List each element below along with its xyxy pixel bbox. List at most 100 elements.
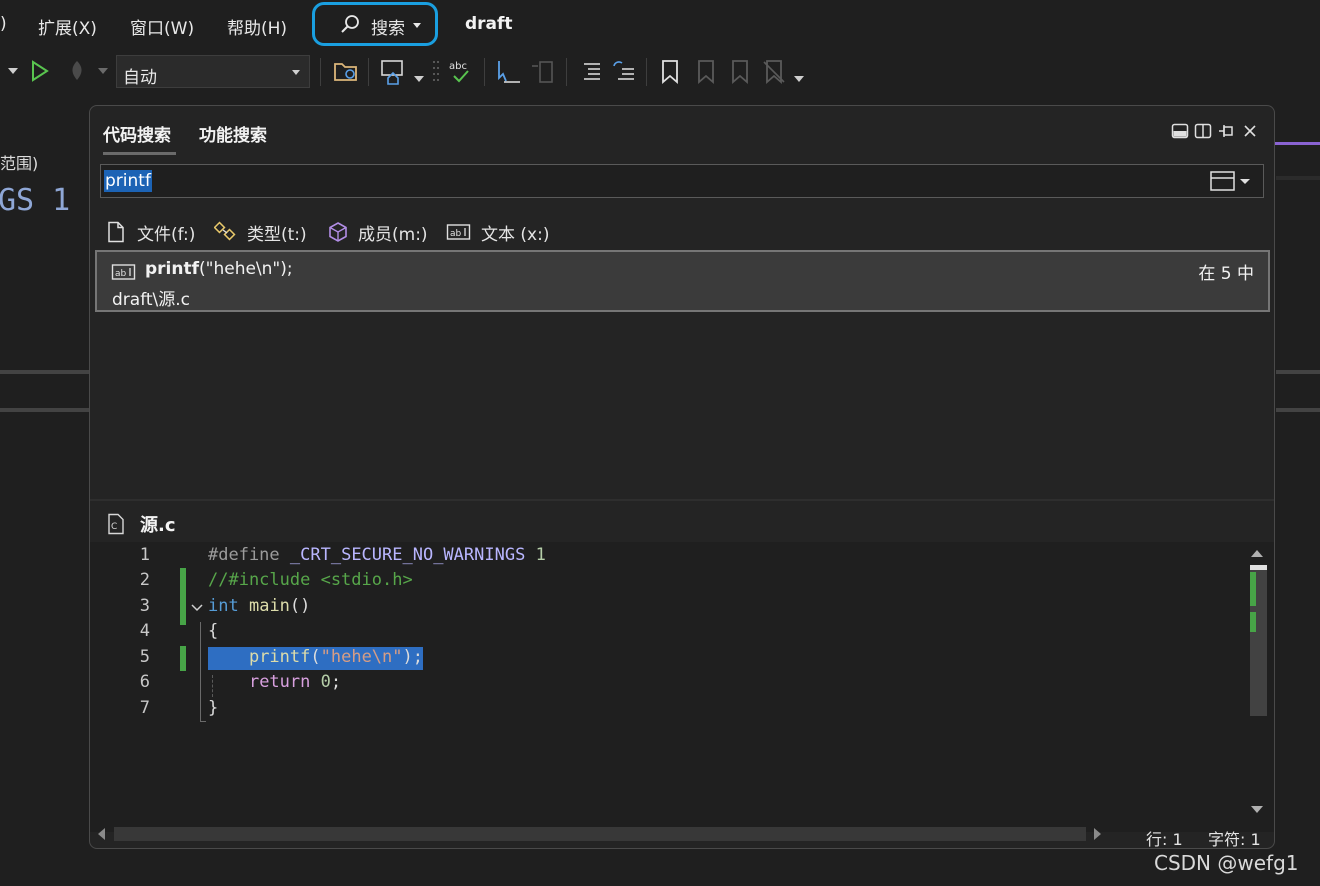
- hot-reload-icon[interactable]: [64, 58, 90, 84]
- text-icon: ab: [111, 264, 136, 280]
- member-icon: [329, 222, 347, 242]
- editor-divider: [1276, 370, 1320, 374]
- editor-divider: [0, 370, 89, 374]
- toolbar-separator: [320, 58, 321, 86]
- svg-text:ab: ab: [450, 229, 462, 239]
- global-search-label: 搜索: [371, 19, 405, 39]
- search-input[interactable]: printf: [100, 164, 1264, 198]
- comment-lines-icon[interactable]: [576, 58, 604, 86]
- result-location: 在 5 中: [1198, 264, 1254, 284]
- scroll-down-icon[interactable]: [1251, 806, 1263, 814]
- filter-files-label: 文件(f:): [137, 225, 196, 245]
- collapse-chevron-icon[interactable]: [190, 602, 204, 614]
- bookmark-icon[interactable]: [658, 58, 682, 86]
- code-line-3: int main(): [208, 596, 311, 616]
- horizontal-scrollbar[interactable]: [90, 824, 1114, 844]
- active-tab-indicator: [103, 152, 176, 155]
- dropdown-arrow-icon[interactable]: [8, 68, 18, 76]
- dropdown-arrow-icon[interactable]: [794, 76, 804, 84]
- editor-divider: [0, 408, 89, 412]
- svg-text:C: C: [111, 522, 117, 532]
- filter-members-label: 成员(m:): [358, 225, 428, 245]
- scope-dropdown-label[interactable]: 范围): [0, 150, 38, 174]
- solution-title: draft: [465, 14, 513, 34]
- scroll-right-icon[interactable]: [1094, 828, 1102, 840]
- text-icon: ab: [446, 224, 471, 240]
- start-debug-icon[interactable]: [30, 60, 50, 82]
- uncomment-lines-icon[interactable]: [610, 58, 638, 86]
- c-file-icon: C: [108, 513, 124, 535]
- format-icon: [532, 61, 553, 83]
- dropdown-arrow-icon[interactable]: [414, 76, 424, 84]
- line-number: 4: [139, 621, 150, 641]
- scroll-left-icon[interactable]: [98, 828, 106, 840]
- line-number: 6: [139, 672, 150, 692]
- solution-explorer-icon[interactable]: [380, 58, 408, 86]
- toolbar-separator: [368, 58, 369, 86]
- result-file-path: draft\源.c: [112, 290, 191, 310]
- editor-code-fragment: GS 1: [0, 183, 71, 218]
- toolbar-separator: [484, 58, 485, 86]
- open-folder-icon[interactable]: [333, 59, 359, 83]
- cursor-line-indicator: 行: 1: [1146, 830, 1183, 849]
- toolbar-separator: [566, 58, 567, 86]
- change-marker: [180, 646, 186, 671]
- config-combo[interactable]: 自动: [116, 55, 310, 88]
- preview-file-name: 源.c: [140, 515, 176, 536]
- filter-text-label: 文本 (x:): [481, 225, 550, 245]
- search-options-icon[interactable]: [1210, 170, 1255, 192]
- vertical-scrollbar[interactable]: [1243, 542, 1269, 824]
- menu-item-extensions[interactable]: 扩展(X): [38, 14, 97, 39]
- tab-feature-search[interactable]: 功能搜索: [199, 121, 267, 146]
- line-number: 1: [139, 545, 150, 565]
- spell-check-icon[interactable]: abc: [446, 58, 474, 86]
- tab-code-search[interactable]: 代码搜索: [103, 121, 171, 146]
- dock-bottom-icon[interactable]: [1171, 122, 1189, 140]
- menu-item-window[interactable]: 窗口(W): [130, 14, 194, 39]
- dock-right-icon[interactable]: [1194, 122, 1212, 140]
- chevron-down-icon: [413, 23, 421, 28]
- code-line-5-highlighted: printf("hehe\n");: [208, 647, 423, 670]
- toolbar-separator: [646, 58, 647, 86]
- scroll-up-icon[interactable]: [1251, 550, 1263, 558]
- change-marker: [1250, 572, 1256, 606]
- pin-icon[interactable]: [1217, 122, 1235, 140]
- preview-divider[interactable]: [90, 499, 1274, 501]
- line-number: 5: [139, 647, 150, 667]
- cursor-char-indicator: 字符: 1: [1208, 830, 1261, 849]
- menu-item-partial[interactable]: ): [0, 14, 7, 34]
- watermark: CSDN @wefg1: [1154, 851, 1299, 875]
- fold-guide: [200, 622, 201, 722]
- menu-bar: ) 扩展(X) 窗口(W) 帮助(H) 搜索 draft: [0, 0, 1320, 50]
- result-rest-text: ("hehe\n");: [199, 259, 293, 279]
- search-icon: [341, 15, 359, 33]
- fold-guide: [200, 721, 206, 722]
- svg-text:ab: ab: [115, 269, 127, 279]
- result-code-line: printf("hehe\n");: [145, 259, 293, 279]
- change-marker: [1250, 612, 1256, 632]
- line-number: 2: [139, 570, 150, 590]
- filter-types-label: 类型(t:): [247, 225, 307, 245]
- result-match-text: printf: [145, 259, 200, 279]
- global-search-button[interactable]: 搜索: [312, 2, 438, 46]
- step-cursor-icon[interactable]: [494, 58, 522, 86]
- line-number: 3: [139, 596, 150, 616]
- next-bookmark-icon: [732, 60, 748, 84]
- file-icon: [108, 221, 124, 243]
- line-number: 7: [139, 698, 150, 718]
- search-result-item[interactable]: ab printf("hehe\n"); draft\源.c 在 5 中: [95, 250, 1270, 312]
- tab-accent-line: [1273, 142, 1320, 145]
- svg-text:abc: abc: [449, 61, 467, 72]
- code-preview[interactable]: 1 2 3 4 5 6 7 #define _CRT_SECURE_NO_WAR…: [90, 542, 1274, 832]
- editor-divider: [1276, 176, 1320, 180]
- clear-bookmarks-icon: [763, 60, 785, 84]
- menu-item-help[interactable]: 帮助(H): [227, 14, 287, 39]
- toolbar-grip-icon: [433, 61, 439, 81]
- editor-divider: [1276, 408, 1320, 412]
- close-icon[interactable]: [1241, 122, 1259, 140]
- previous-bookmark-icon: [698, 60, 714, 84]
- config-combo-value: 自动: [123, 68, 157, 88]
- dropdown-arrow-icon[interactable]: [98, 68, 108, 76]
- horizontal-scroll-thumb[interactable]: [114, 827, 1086, 841]
- code-line-2: //#include <stdio.h>: [208, 570, 413, 590]
